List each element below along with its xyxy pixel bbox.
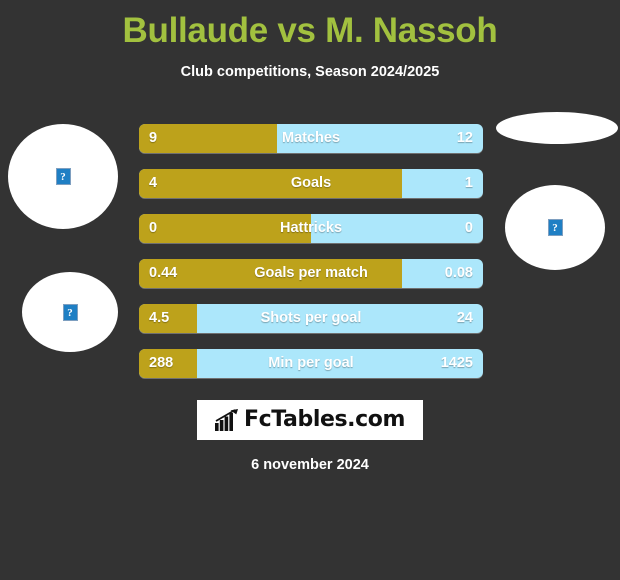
page-subtitle: Club competitions, Season 2024/2025 [180,64,440,80]
stat-row-hattricks: 0 Hattricks 0 [139,214,483,243]
broken-image-icon: ? [55,168,71,185]
stat-label: Shots per goal [260,310,362,326]
away-value: 24 [456,310,473,326]
page-title: Bullaude vs M. Nassoh [122,11,498,50]
away-value: 0.08 [444,265,473,281]
stat-row-goals: 4 Goals 1 [139,169,483,198]
stat-label: Hattricks [279,220,343,236]
stat-row-min-per-goal: 288 Min per goal 1425 [139,349,483,378]
bar-chart-arrow-icon [214,409,238,431]
away-club-logo-placeholder: ? [505,185,605,270]
away-value: 0 [464,220,473,236]
stat-label: Goals [290,175,332,191]
away-player-photo-placeholder [496,112,618,144]
away-value: 1425 [440,355,473,371]
stats-comparison-chart: 9 Matches 12 4 Goals 1 0 Hattricks 0 0.4… [139,124,483,394]
away-value: 1 [464,175,473,191]
stat-label: Matches [281,130,341,146]
fctables-logo[interactable]: FcTables.com [197,400,423,440]
broken-image-icon: ? [62,303,78,321]
stat-row-goals-per-match: 0.44 Goals per match 0.08 [139,259,483,288]
stat-label: Min per goal [268,355,354,371]
away-value: 12 [456,130,473,146]
stat-label: Goals per match [254,265,368,281]
broken-image-icon: ? [547,219,563,236]
home-club-logo-placeholder: ? [22,272,118,352]
fctables-logo-text: FcTables.com [243,407,406,432]
generated-date: 6 november 2024 [251,457,369,473]
home-player-photo-placeholder: ? [8,124,118,229]
infographic-canvas: Bullaude vs M. Nassoh Club competitions,… [0,0,620,580]
stat-row-shots-per-goal: 4.5 Shots per goal 24 [139,304,483,333]
stat-row-matches: 9 Matches 12 [139,124,483,153]
